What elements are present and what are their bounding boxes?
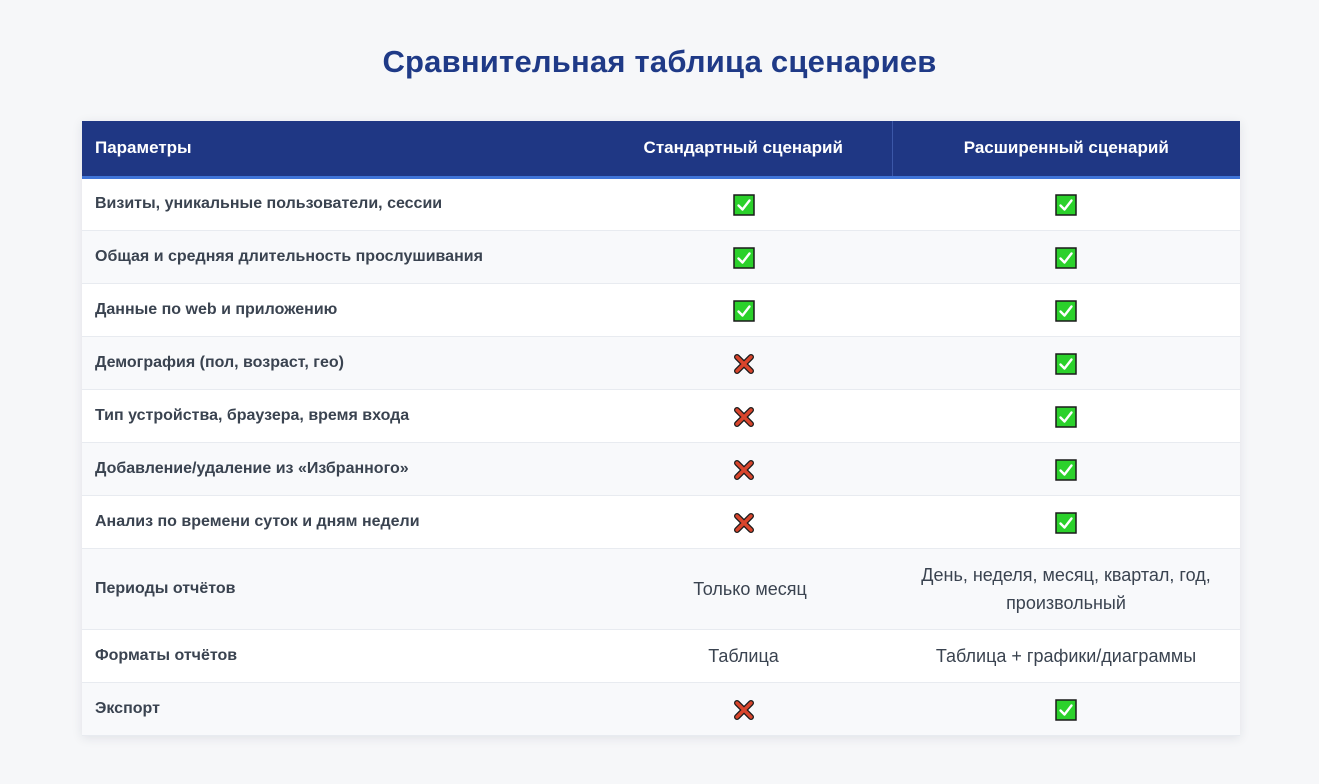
check-icon	[1055, 699, 1077, 721]
cell-extended	[892, 283, 1240, 336]
cell-extended	[892, 177, 1240, 230]
cell-extended: Таблица + графики/диаграммы	[892, 629, 1240, 682]
column-header-standard: Стандартный сценарий	[643, 138, 843, 158]
table-row: Периоды отчётов Только месяц День, неделя,…	[82, 548, 1240, 629]
cell-extended	[892, 336, 1240, 389]
table-row: Экспорт	[82, 682, 1240, 735]
table-row: Данные по web и приложению	[82, 283, 1240, 336]
check-icon	[1055, 459, 1077, 481]
cell-standard	[545, 389, 892, 442]
cell-standard	[545, 283, 892, 336]
row-label: Периоды отчётов	[95, 579, 236, 597]
table-header-row: Параметры Стандартный сценарий Расширенн…	[82, 121, 1240, 177]
cell-extended	[892, 442, 1240, 495]
check-icon	[1055, 300, 1077, 322]
cross-icon	[733, 512, 755, 534]
check-icon	[1055, 353, 1077, 375]
cross-icon	[733, 459, 755, 481]
cross-icon	[733, 353, 755, 375]
cell-text: Таблица + графики/диаграммы	[935, 645, 1197, 666]
cell-extended	[892, 495, 1240, 548]
cell-standard	[545, 682, 892, 735]
table-row: Демография (пол, возраст, гео)	[82, 336, 1240, 389]
row-label: Визиты, уникальные пользователи, сессии	[95, 195, 443, 212]
check-icon	[1055, 512, 1077, 534]
cell-extended	[892, 230, 1240, 283]
table-row: Анализ по времени суток и дням недели	[82, 495, 1240, 548]
row-label: Демография (пол, возраст, гео)	[95, 353, 344, 371]
cell-extended: День, неделя, месяц, квартал, год, произ…	[892, 548, 1240, 629]
cell-extended	[892, 389, 1240, 442]
table-row: Тип устройства, браузера, время входа	[82, 389, 1240, 442]
check-icon	[732, 194, 755, 216]
cross-icon	[733, 699, 755, 721]
cell-standard: Таблица	[545, 629, 892, 682]
row-label: Общая и средняя длительность прослушиван…	[95, 247, 483, 265]
check-icon	[1055, 247, 1077, 269]
check-icon	[1055, 194, 1077, 216]
row-label: Данные по web и приложению	[95, 300, 338, 318]
comparison-table: Параметры Стандартный сценарий Расширенн…	[82, 121, 1240, 736]
column-header-params: Параметры	[95, 138, 192, 158]
row-label: Анализ по времени суток и дням недели	[95, 512, 420, 530]
column-header-extended: Расширенный сценарий	[891, 121, 1240, 177]
cell-text: Таблица	[708, 645, 779, 666]
row-label: Добавление/удаление из «Избранного»	[95, 459, 409, 477]
cell-standard: Только месяц	[545, 548, 892, 629]
cell-standard	[545, 177, 892, 230]
cell-extended	[892, 682, 1240, 735]
page-title: Сравнительная таблица сценариев	[382, 44, 937, 79]
check-icon	[732, 247, 755, 269]
check-icon	[1055, 406, 1077, 428]
cell-text: Только месяц	[693, 578, 807, 599]
cell-standard	[545, 336, 892, 389]
cell-text: День, неделя, месяц, квартал, год, произ…	[921, 564, 1211, 613]
row-label: Экспорт	[95, 699, 160, 717]
cell-standard	[545, 230, 892, 283]
row-label: Форматы отчётов	[95, 646, 238, 664]
table-row: Форматы отчётов Таблица Таблица + графики/…	[82, 629, 1240, 682]
table-row: Общая и средняя длительность прослушиван…	[82, 230, 1240, 283]
row-label: Тип устройства, браузера, время входа	[95, 406, 410, 424]
table-row: Добавление/удаление из «Избранного»	[82, 442, 1240, 495]
table-row: Визиты, уникальные пользователи, сессии	[82, 177, 1240, 230]
cell-standard	[545, 442, 892, 495]
check-icon	[732, 300, 755, 322]
cross-icon	[733, 406, 755, 428]
cell-standard	[545, 495, 892, 548]
